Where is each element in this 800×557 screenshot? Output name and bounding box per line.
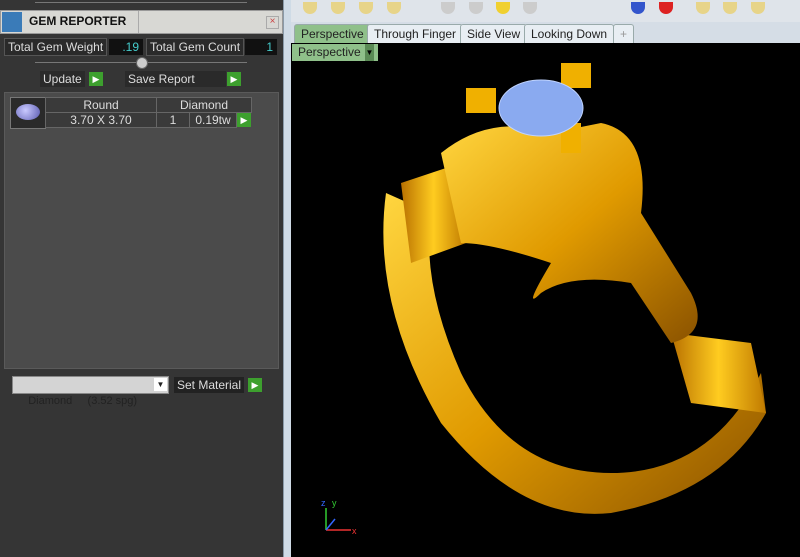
panel-titlebar: GEM REPORTER × bbox=[0, 10, 283, 34]
axis-y-label: y bbox=[332, 498, 337, 508]
light-icon[interactable] bbox=[723, 2, 737, 14]
axis-x-label: x bbox=[352, 526, 357, 536]
axis-z-label: z bbox=[321, 498, 326, 508]
gem-thumbnail[interactable] bbox=[10, 97, 46, 129]
material-select[interactable]: Diamond (3.52 spg) ▼ bbox=[12, 376, 169, 407]
tab-side-view[interactable]: Side View bbox=[460, 24, 528, 43]
light-icon[interactable] bbox=[696, 2, 710, 14]
cylinder-icon[interactable] bbox=[469, 2, 483, 14]
gem-go-icon[interactable]: ▶ bbox=[237, 113, 251, 127]
update-button[interactable]: Update bbox=[40, 71, 85, 87]
gem-reporter-icon bbox=[2, 12, 22, 32]
total-weight-label: Total Gem Weight bbox=[4, 38, 108, 56]
ring-model: x y z bbox=[321, 63, 766, 536]
red-render-icon[interactable] bbox=[659, 2, 673, 14]
chevron-down-icon[interactable]: ▼ bbox=[154, 378, 167, 391]
light-icon[interactable] bbox=[751, 2, 765, 14]
total-count-value: 1 bbox=[245, 39, 277, 55]
light-icon[interactable] bbox=[331, 2, 345, 14]
save-report-button[interactable]: Save Report bbox=[125, 71, 226, 87]
total-count-label: Total Gem Count bbox=[146, 38, 245, 56]
tab-through-finger[interactable]: Through Finger bbox=[367, 24, 464, 43]
update-go-icon[interactable]: ▶ bbox=[89, 72, 103, 86]
cylinder-icon[interactable] bbox=[523, 2, 537, 14]
gem-weight: 0.19tw bbox=[189, 112, 237, 128]
material-select-value: Diamond (3.52 spg) bbox=[28, 395, 138, 407]
cylinder-icon[interactable] bbox=[441, 2, 455, 14]
gem-shape: Round bbox=[45, 97, 157, 113]
add-tab-button[interactable]: + bbox=[613, 24, 635, 43]
tab-perspective[interactable]: Perspective bbox=[294, 24, 371, 43]
light-icon[interactable] bbox=[387, 2, 401, 14]
gem-reporter-panel: GEM REPORTER × Total Gem Weight .19 Tota… bbox=[0, 0, 283, 557]
gem-list: Round Diamond 3.70 X 3.70 1 0.19tw ▶ bbox=[4, 92, 279, 369]
set-material-button[interactable]: Set Material bbox=[174, 377, 245, 393]
light-icon[interactable] bbox=[303, 2, 317, 14]
3d-viewport[interactable]: Perspective ▼ x y z bbox=[291, 43, 800, 557]
cylinder-icon[interactable] bbox=[496, 2, 510, 14]
gem-size: 3.70 X 3.70 bbox=[45, 112, 157, 128]
close-icon[interactable]: × bbox=[266, 16, 279, 29]
blue-render-icon[interactable] bbox=[631, 2, 645, 14]
toolbar bbox=[291, 0, 800, 22]
collapse-handle[interactable] bbox=[136, 57, 148, 69]
tab-looking-down[interactable]: Looking Down bbox=[524, 24, 615, 43]
total-weight-value: .19 bbox=[109, 39, 143, 55]
gem-material: Diamond bbox=[156, 97, 252, 113]
top-splitter[interactable] bbox=[35, 2, 247, 3]
set-material-go-icon[interactable]: ▶ bbox=[248, 378, 262, 392]
gem-qty: 1 bbox=[156, 112, 190, 128]
save-report-go-icon[interactable]: ▶ bbox=[227, 72, 241, 86]
viewport-area: Perspective Through Finger Side View Loo… bbox=[291, 0, 800, 557]
panel-title: GEM REPORTER bbox=[29, 14, 127, 28]
light-icon[interactable] bbox=[359, 2, 373, 14]
